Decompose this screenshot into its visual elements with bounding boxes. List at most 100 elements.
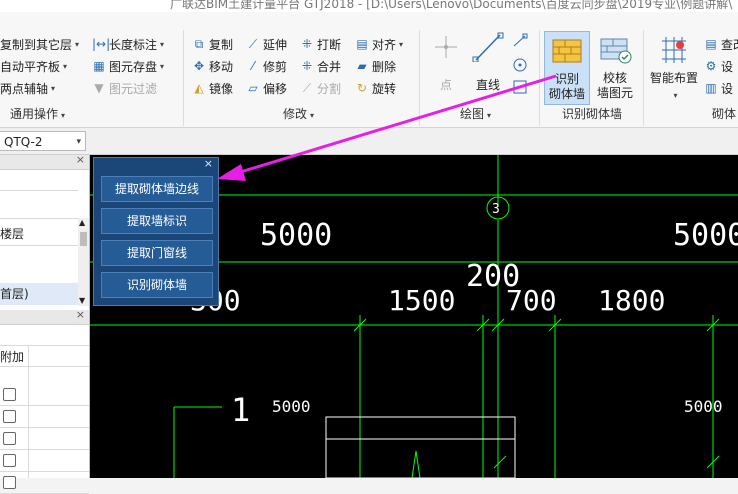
close-icon[interactable]: × [76, 308, 85, 321]
ribbon: 复制到其它层 ▾ 自动平齐板 ▾ 两点辅轴 ▾ |↔| 长度标注 ▾ ▦ 图元存盘 ▾ ▼ 图元… [0, 12, 738, 128]
row-divider [0, 405, 89, 406]
align-label: 对齐 [372, 37, 397, 52]
auto-align-slab-button[interactable]: 自动平齐板 ▾ [0, 56, 67, 76]
panel-header: × [0, 153, 89, 170]
scroll-down-icon[interactable]: ▼ [79, 296, 85, 305]
gear-icon: ⚙ [705, 59, 717, 73]
mirror-button[interactable]: ◭ 镜像 [192, 78, 233, 98]
line-label: 直线 [475, 78, 500, 92]
trim-button[interactable]: ⁄ 修剪 [246, 56, 287, 76]
move-button[interactable]: ✥ 移动 [192, 56, 233, 76]
group-masonry-text: 砌体 [712, 107, 737, 121]
arc-tools-icon [513, 33, 528, 94]
layer-select-value: QTQ-2 [4, 135, 43, 149]
element-filter-label: 图元过滤 [109, 81, 158, 96]
query-edit-button[interactable]: ▤ 查改 [704, 34, 738, 54]
extend-button[interactable]: ⟋ 延伸 [246, 34, 287, 54]
extract-wall-label-button[interactable]: 提取墙标识 [101, 208, 213, 234]
extract-wall-edge-button[interactable]: 提取砌体墙边线 [101, 176, 213, 202]
extend-label: 延伸 [263, 37, 288, 52]
divider [0, 190, 78, 191]
split-button[interactable]: ⟋ 分割 [300, 78, 341, 98]
dimension-label: 5000 [260, 218, 332, 253]
divider [0, 218, 78, 219]
move-label: 移动 [209, 59, 234, 74]
identify-masonry-wall-button[interactable]: 识别 砌体墙 [544, 31, 590, 105]
line-button[interactable]: 直线 [470, 32, 506, 93]
check-wall-element-button[interactable]: 校核 墙图元 [593, 31, 637, 101]
copy-button[interactable]: ⧉ 复制 [192, 34, 233, 54]
copy-icon: ⧉ [194, 37, 204, 51]
merge-button[interactable]: ⁜ 合并 [300, 56, 341, 76]
dimension-label: 5000 [673, 218, 738, 253]
align-button[interactable]: ▤ 对齐 ▾ [355, 34, 403, 54]
chevron-down-icon: ▾ [160, 39, 165, 49]
layer-select[interactable]: QTQ-2 ▾ [0, 131, 86, 151]
axis-number: 1 [231, 391, 250, 429]
close-icon[interactable]: × [204, 157, 213, 170]
group-identify-text: 识别砌体墙 [562, 107, 623, 121]
brick-wall-icon [552, 39, 582, 63]
wall-outline [325, 416, 516, 478]
length-dimension-button[interactable]: |↔| 长度标注 ▾ [92, 34, 164, 54]
row-divider [0, 427, 89, 428]
attach-checkbox[interactable] [3, 388, 16, 401]
break-button[interactable]: ⁜ 打断 [300, 34, 341, 54]
offset-button[interactable]: ▱ 偏移 [246, 78, 287, 98]
scrollbar-thumb[interactable] [80, 232, 87, 246]
attach-checkbox[interactable] [3, 410, 16, 423]
ribbon-separator [419, 30, 420, 126]
identify-masonry-wall-label: 识别 砌体墙 [548, 72, 585, 101]
chevron-down-icon: ▾ [399, 39, 404, 49]
property-toolbar: QTQ-2 ▾ [0, 128, 738, 155]
delete-button[interactable]: ▰ 删除 [355, 56, 396, 76]
settings-label-1: 设 [721, 59, 734, 74]
delete-label: 删除 [372, 59, 397, 74]
floor-row-first[interactable]: 首层) [0, 283, 78, 305]
split-label: 分割 [317, 81, 342, 96]
element-filter-button[interactable]: ▼ 图元过滤 [92, 78, 157, 98]
chevron-down-icon: ▾ [75, 39, 80, 49]
copy-to-other-floor-button[interactable]: 复制到其它层 ▾ [0, 34, 79, 54]
settings-button-2[interactable]: ▥ 设 [704, 78, 733, 98]
scroll-up-icon[interactable]: ▲ [79, 218, 85, 227]
query-edit-label: 查改 [721, 37, 738, 52]
chevron-down-icon: ▾ [487, 111, 492, 120]
chevron-down-icon: ▾ [63, 61, 68, 71]
close-icon[interactable]: × [76, 153, 85, 166]
scrollbar[interactable]: ▲ ▼ [78, 218, 89, 306]
smart-layout-button[interactable]: 智能布置 ▾ [648, 31, 700, 103]
settings-button-1[interactable]: ⚙ 设 [704, 56, 733, 76]
smart-layout-label: 智能布置 [649, 71, 698, 85]
divider [0, 245, 78, 246]
chevron-down-icon: ▾ [76, 137, 81, 147]
tick-mark [493, 455, 507, 469]
attach-checkbox[interactable] [3, 454, 16, 467]
chevron-down-icon: ▾ [673, 91, 678, 100]
draw-mini-tools [511, 32, 529, 102]
row-divider [0, 471, 89, 472]
chevron-down-icon: ▾ [160, 61, 165, 71]
symbol-mark [411, 450, 421, 478]
rotate-button[interactable]: ↻ 旋转 [355, 78, 396, 98]
filter-icon: ▼ [94, 81, 104, 95]
group-modify-text: 修改 [283, 107, 308, 121]
align-icon: ▤ [356, 37, 368, 51]
extract-door-window-line-button[interactable]: 提取门窗线 [101, 240, 213, 266]
ribbon-separator [539, 30, 540, 126]
dimension-label: 1800 [598, 284, 665, 317]
two-point-axis-button[interactable]: 两点辅轴 ▾ [0, 78, 55, 98]
line-icon [472, 32, 504, 63]
ribbon-separator [643, 30, 644, 126]
crosshair-point-icon [435, 36, 457, 58]
identify-masonry-wall-menu-button[interactable]: 识别砌体墙 [101, 272, 213, 298]
query-icon: ▤ [705, 37, 717, 51]
point-button[interactable]: 点 [428, 32, 464, 93]
divider [0, 366, 89, 367]
attach-checkbox[interactable] [3, 432, 16, 445]
dimension-label: 5000 [684, 397, 723, 416]
merge-icon: ⁜ [301, 59, 313, 73]
element-save-button[interactable]: ▦ 图元存盘 ▾ [92, 56, 164, 76]
check-wall-icon [600, 38, 632, 64]
mirror-icon: ◭ [194, 81, 204, 95]
